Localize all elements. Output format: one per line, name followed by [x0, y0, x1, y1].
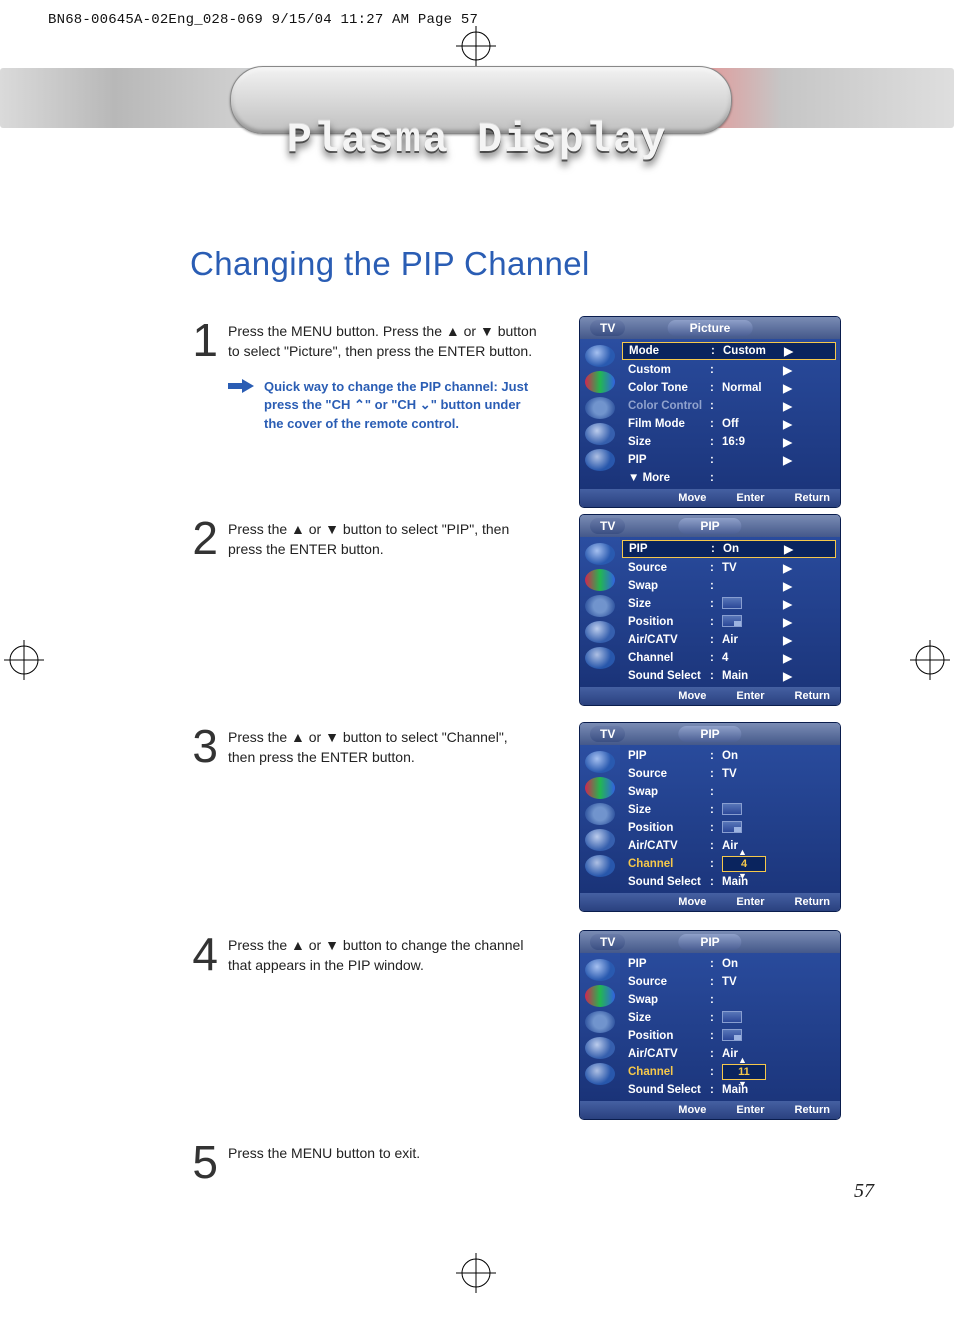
osd-row: PIP:On [622, 955, 836, 973]
osd-row: Air/CATV:Air [622, 837, 836, 855]
osd-row: Mode:Custom▶ [622, 342, 836, 360]
osd-row: Sound Select:Main [622, 1081, 836, 1099]
osd-footer: Move Enter Return [580, 489, 840, 507]
step-number: 5 [190, 1139, 218, 1185]
osd-screenshot-3: TVPIP PIP:OnSource:TVSwap:Size:Position:… [580, 723, 840, 911]
osd-row: Color Tone:Normal▶ [622, 379, 836, 397]
step-number: 1 [190, 317, 218, 363]
header-banner: Plasma Display [0, 60, 954, 145]
osd-row: Film Mode:Off▶ [622, 415, 836, 433]
tip-arrow-icon [228, 378, 254, 399]
osd-row: Swap: [622, 783, 836, 801]
osd-row: Channel:▲▼4 [622, 855, 836, 873]
osd-row: Position:▶ [622, 613, 836, 631]
osd-row: Size:16:9▶ [622, 433, 836, 451]
osd-rows: Mode:Custom▶Custom:▶Color Tone:Normal▶Co… [620, 339, 840, 489]
osd-tv-label: TV [590, 320, 625, 336]
osd-row: Swap:▶ [622, 577, 836, 595]
osd-row: Source:TV [622, 765, 836, 783]
osd-icon-column [580, 339, 620, 489]
step-number: 4 [190, 931, 218, 977]
step-number: 3 [190, 723, 218, 769]
osd-row: Size: [622, 1009, 836, 1027]
banner-title: Plasma Display [0, 116, 954, 164]
osd-row: Sound Select:Main▶ [622, 667, 836, 685]
osd-row: Size: [622, 801, 836, 819]
osd-row: Position: [622, 1027, 836, 1045]
osd-row: Channel:▲▼11 [622, 1063, 836, 1081]
cropmark-bottom [456, 1253, 496, 1293]
osd-row: Air/CATV:Air▶ [622, 631, 836, 649]
osd-row: Sound Select:Main [622, 873, 836, 891]
footer-return: Return [791, 492, 830, 504]
osd-row: PIP:▶ [622, 451, 836, 469]
footer-move: Move [674, 492, 706, 504]
osd-screenshot-4: TVPIP PIP:OnSource:TVSwap:Size:Position:… [580, 931, 840, 1119]
osd-row: Channel:4▶ [622, 649, 836, 667]
osd-screenshot-1: TV Picture Mode:Custom▶Custom:▶Color Ton… [580, 317, 840, 507]
osd-tv-label: TV [590, 518, 625, 534]
osd-row: Position: [622, 819, 836, 837]
osd-row: PIP:On [622, 747, 836, 765]
step-text: Press the MENU button to exit. [228, 1145, 420, 1161]
page-number: 57 [854, 1180, 874, 1203]
osd-row: Color Control:▶ [622, 397, 836, 415]
step-text: Press the ▲ or ▼ button to change the ch… [228, 937, 523, 973]
cropmark-left [4, 640, 44, 680]
tip-text: Quick way to change the PIP channel: Jus… [264, 378, 538, 435]
osd-row: Source:TV▶ [622, 559, 836, 577]
page-title: Changing the PIP Channel [190, 245, 890, 283]
osd-title: PIP [678, 518, 741, 534]
osd-row: Air/CATV:Air [622, 1045, 836, 1063]
osd-row: Source:TV [622, 973, 836, 991]
osd-row: Custom:▶ [622, 361, 836, 379]
osd-title: Picture [668, 320, 753, 336]
step-text: Press the ▲ or ▼ button to select "PIP",… [228, 521, 509, 557]
step-text: Press the MENU button. Press the ▲ or ▼ … [228, 323, 537, 359]
osd-row: Swap: [622, 991, 836, 1009]
step-number: 2 [190, 515, 218, 561]
osd-row: ▼ More: [622, 469, 836, 487]
osd-row: PIP:On▶ [622, 540, 836, 558]
footer-enter: Enter [732, 492, 764, 504]
cropmark-right [910, 640, 950, 680]
osd-screenshot-2: TV PIP PIP:On▶Source:TV▶Swap:▶Size:▶Posit… [580, 515, 840, 705]
osd-row: Size:▶ [622, 595, 836, 613]
step-text: Press the ▲ or ▼ button to select "Chann… [228, 729, 508, 765]
printer-slug: BN68-00645A-02Eng_028-069 9/15/04 11:27 … [48, 12, 478, 28]
